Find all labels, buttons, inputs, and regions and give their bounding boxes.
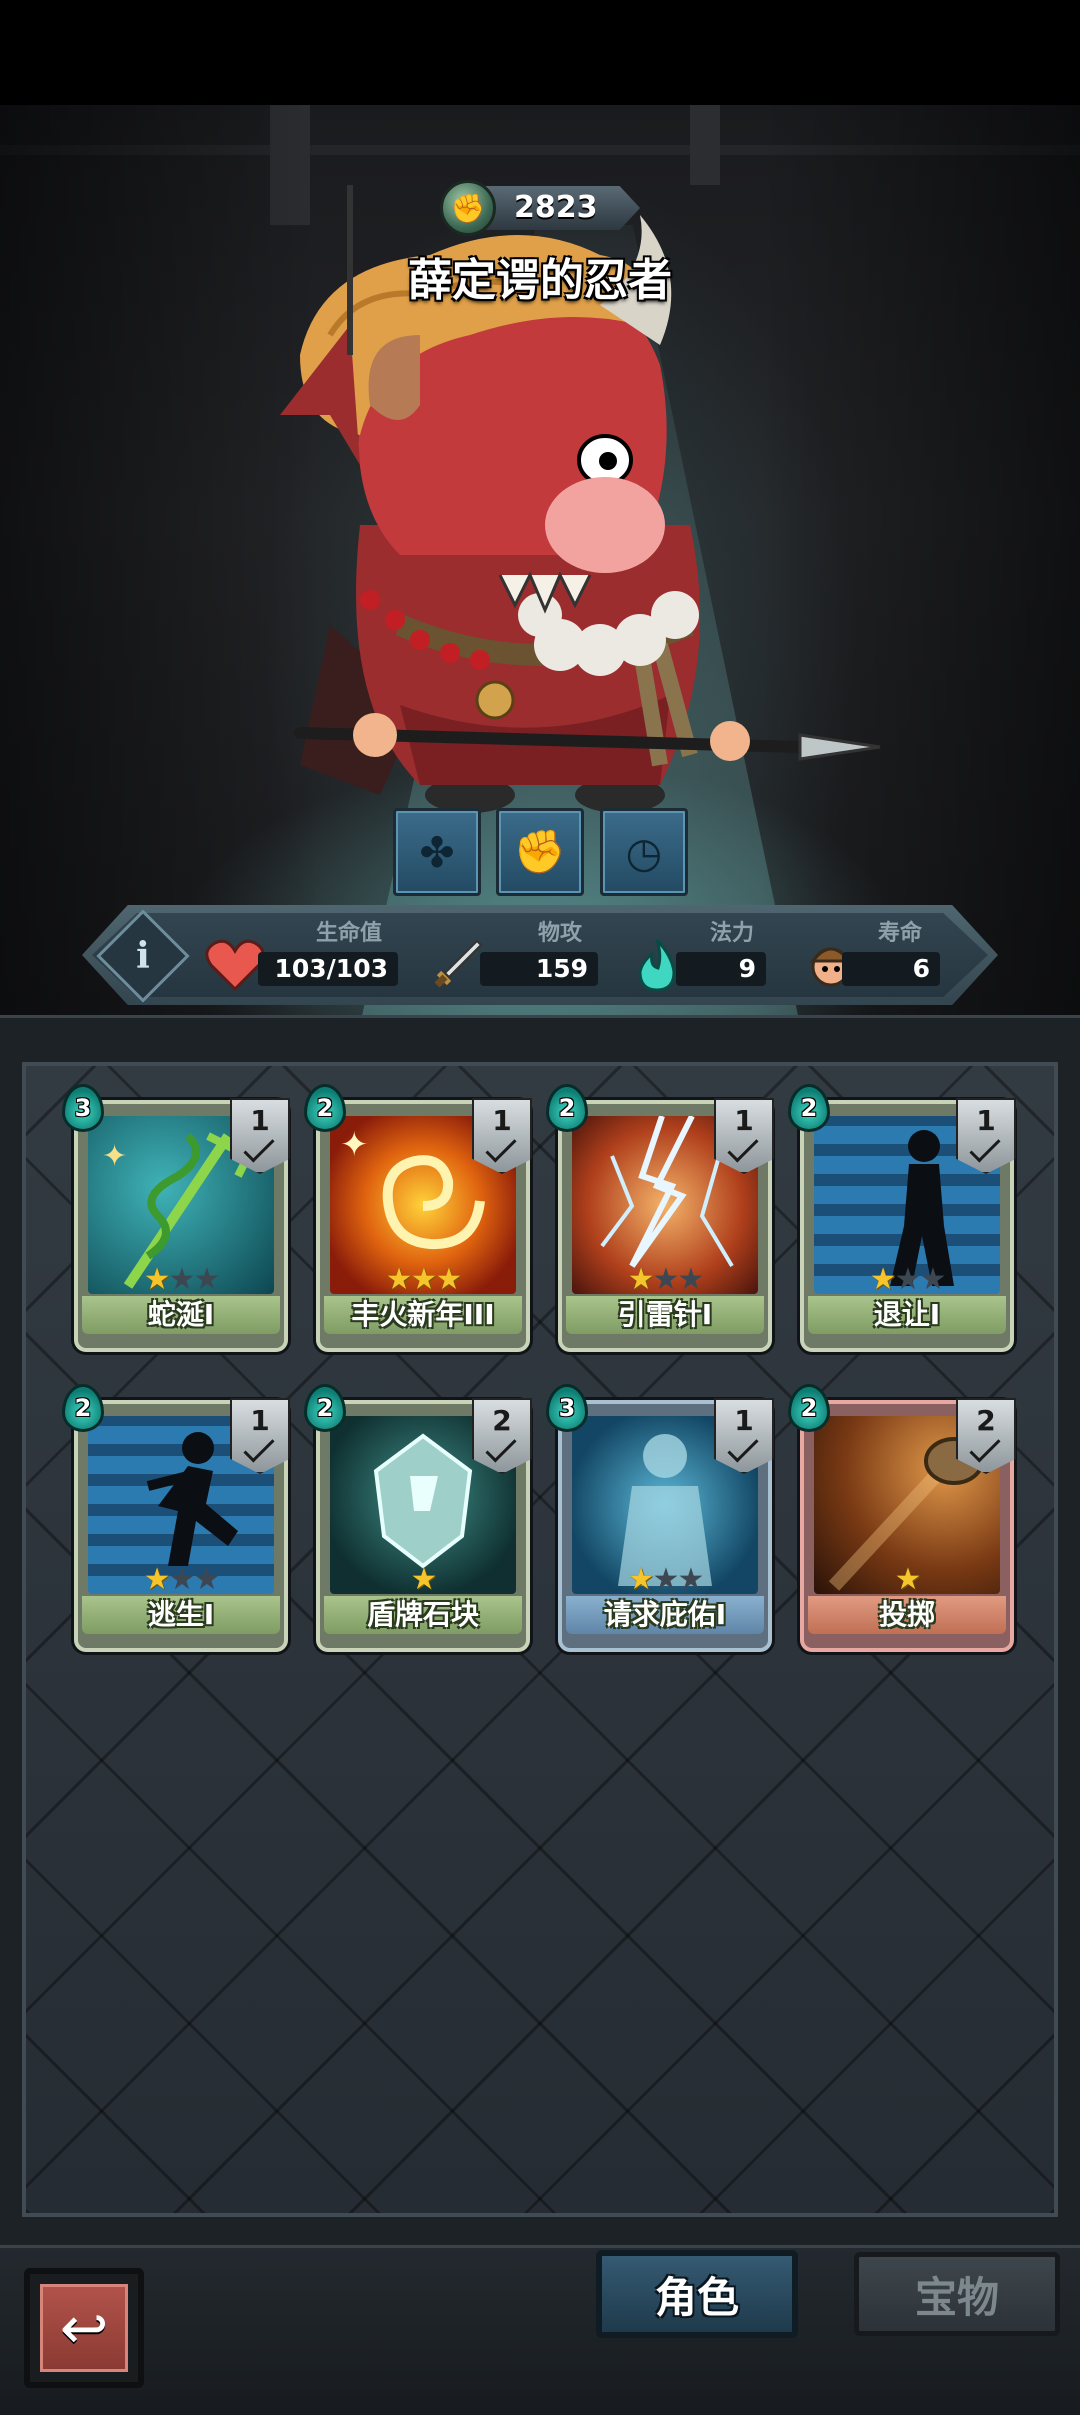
card-name: 逃生I [82,1596,280,1634]
card-name: 盾牌石块 [324,1596,522,1634]
return-arrow-icon: ↩ [40,2284,128,2372]
card-level-badge: 2 [472,1398,532,1474]
hp-label: 生命值 [316,921,383,946]
clock-rune-icon[interactable]: ◷ [600,808,688,896]
skill-card[interactable]: ★★★ 退让I 2 1 [788,1084,1016,1352]
life-value: 6 [842,952,940,986]
star-icon: ★ [410,1262,438,1297]
mana-value: 9 [676,952,766,986]
tab-role[interactable]: 角色 [596,2250,798,2338]
card-stars: ★★★ [562,1562,768,1597]
mana-label: 法力 [710,921,755,946]
star-icon: ★ [143,1562,171,1597]
card-name: 请求庇佑I [566,1596,764,1634]
card-level: 1 [250,1404,270,1437]
card-level-badge: 1 [472,1098,532,1174]
card-level: 1 [976,1104,996,1137]
atk-label: 物攻 [538,921,583,946]
card-level-badge: 1 [714,1398,774,1474]
fist-rune-icon[interactable]: ✊ [496,808,584,896]
star-icon: ★ [193,1262,220,1297]
skill-card[interactable]: ★★★ 请求庇佑I 3 1 [546,1384,774,1652]
clover-rune-icon[interactable]: ✤ [393,808,481,896]
card-stars: ★★★ [78,1262,284,1297]
star-icon: ★ [385,1262,413,1297]
svg-text:✦: ✦ [102,1139,127,1174]
card-stars: ★★★ [804,1262,1010,1297]
card-stars: ★★★ [320,1262,526,1297]
star-icon: ★ [193,1562,220,1597]
card-stars: ★ [320,1562,526,1597]
card-stars: ★ [804,1562,1010,1597]
star-icon: ★ [410,1562,438,1597]
life-label: 寿命 [878,921,923,946]
svg-text:✦: ✦ [340,1125,369,1165]
star-icon: ★ [652,1562,680,1597]
skill-card[interactable]: ★★★ 引雷针I 2 1 [546,1084,774,1352]
skill-card[interactable]: ★ 盾牌石块 2 2 [304,1384,532,1652]
card-name: 丰火新年III [324,1296,522,1334]
skill-card[interactable]: ★ 投掷 2 2 [788,1384,1016,1652]
skill-card[interactable]: ✦ ★★★ 丰火新年III 2 1 [304,1084,532,1352]
skill-card[interactable]: ✦ ★★★ 蛇涎I 3 1 [62,1084,290,1352]
star-icon: ★ [627,1562,655,1597]
card-level: 1 [734,1104,754,1137]
star-icon: ★ [869,1262,897,1297]
star-icon: ★ [919,1262,946,1297]
star-icon: ★ [143,1262,171,1297]
card-name: 引雷针I [566,1296,764,1334]
star-icon: ★ [894,1562,922,1597]
hp-value: 103/103 [258,952,398,986]
card-level: 2 [976,1404,996,1437]
card-level: 2 [492,1404,512,1437]
star-icon: ★ [435,1262,462,1297]
card-level-badge: 1 [230,1398,290,1474]
card-level: 1 [492,1104,512,1137]
skill-card[interactable]: ★★★ 逃生I 2 1 [62,1384,290,1652]
card-name: 退让I [808,1296,1006,1334]
star-icon: ★ [677,1262,704,1297]
card-level-badge: 1 [956,1098,1016,1174]
heart-icon [204,934,266,996]
card-level-badge: 1 [714,1098,774,1174]
card-stars: ★★★ [78,1562,284,1597]
back-button[interactable]: ↩ [24,2268,144,2388]
atk-value: 159 [480,952,598,986]
soul-count: 2823 [514,190,598,225]
star-icon: ★ [168,1562,196,1597]
tab-treasure[interactable]: 宝物 [854,2252,1060,2336]
card-level: 1 [734,1404,754,1437]
status-bar [0,0,1080,105]
soul-counter: ✊ 2823 [440,180,640,236]
star-icon: ★ [168,1262,196,1297]
card-name: 蛇涎I [82,1296,280,1334]
star-icon: ★ [677,1562,704,1597]
card-level-badge: 1 [230,1098,290,1174]
star-icon: ★ [894,1262,922,1297]
hero-name: 薛定谔的忍者 [408,255,672,306]
card-name: 投掷 [808,1596,1006,1634]
card-stars: ★★★ [562,1262,768,1297]
sword-icon [426,934,488,996]
star-icon: ★ [627,1262,655,1297]
star-icon: ★ [652,1262,680,1297]
card-level-badge: 2 [956,1398,1016,1474]
soul-fist-icon: ✊ [440,180,496,236]
card-level: 1 [250,1104,270,1137]
info-icon: i [136,935,150,977]
